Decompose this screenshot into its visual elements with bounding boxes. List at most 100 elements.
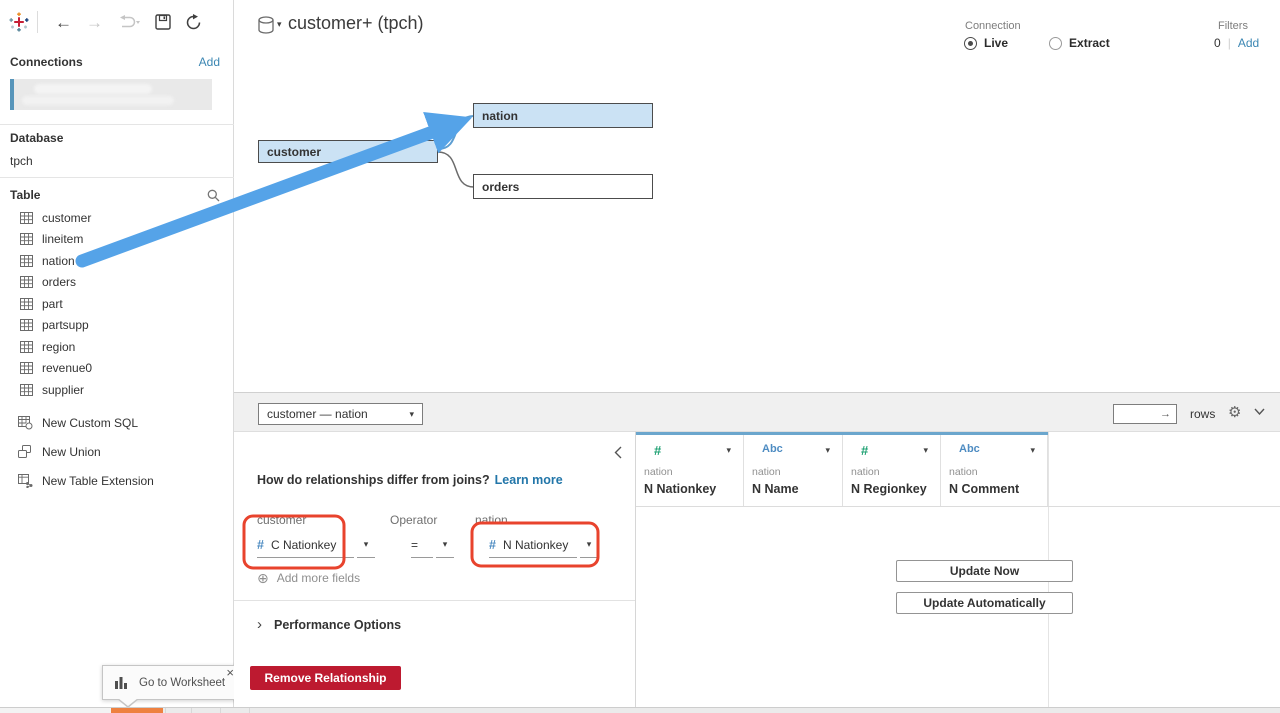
extract-label: Extract [1069, 36, 1110, 50]
grid-column-n-name[interactable]: Abc ▾ nation N Name [744, 435, 843, 506]
back-icon[interactable]: ← [55, 14, 72, 31]
connection-item[interactable] [10, 79, 212, 110]
right-field-caret[interactable]: ▾ [580, 532, 598, 558]
table-icon [20, 276, 33, 289]
go-arrow-icon[interactable]: → [1160, 408, 1171, 420]
add-more-fields-button[interactable]: ⊕ Add more fields [257, 571, 360, 585]
tab-separator [165, 708, 166, 713]
table-item-partsupp[interactable]: partsupp [0, 315, 233, 337]
tab-separator [220, 708, 221, 713]
update-automatically-button[interactable]: Update Automatically [896, 592, 1073, 614]
column-field-name: N Name [752, 482, 799, 496]
add-connection-link[interactable]: Add [199, 55, 220, 69]
close-icon[interactable]: × [226, 666, 234, 679]
pane-divider [234, 600, 635, 601]
union-icon [18, 445, 31, 458]
connector-customer-orders[interactable] [437, 151, 475, 188]
relationship-question: How do relationships differ from joins? L… [257, 473, 563, 487]
live-radio[interactable]: Live [964, 36, 1008, 50]
string-type-icon: Abc [762, 443, 783, 455]
datasource-icon[interactable] [258, 16, 275, 35]
table-item-part[interactable]: part [0, 293, 233, 315]
learn-more-link[interactable]: Learn more [495, 473, 563, 487]
question-text: How do relationships differ from joins? [257, 473, 490, 487]
new-table-extension[interactable]: New Table Extension [0, 466, 233, 495]
radio-unselected-icon[interactable] [1049, 36, 1063, 50]
relationship-pair-label: customer — nation [267, 407, 368, 421]
grid-column-n-comment[interactable]: Abc ▾ nation N Comment [941, 435, 1048, 506]
connector-customer-nation[interactable] [437, 115, 475, 150]
left-field-value: C Nationkey [270, 537, 337, 552]
column-field-name: N Comment [949, 482, 1020, 496]
search-icon[interactable] [207, 189, 220, 202]
remove-relationship-button[interactable]: Remove Relationship [250, 666, 401, 690]
datasource-caret-icon[interactable]: ▾ [277, 20, 282, 29]
operator-caret[interactable]: ▾ [436, 532, 454, 558]
table-item-region[interactable]: region [0, 336, 233, 358]
datasource-title[interactable]: customer+ (tpch) [288, 13, 424, 34]
tooltip-label: Go to Worksheet [139, 676, 226, 689]
tab-separator [191, 708, 192, 713]
table-item-supplier[interactable]: supplier [0, 379, 233, 401]
table-item-revenue0[interactable]: revenue0 [0, 358, 233, 380]
canvas-table-customer[interactable]: customer [258, 140, 438, 163]
table-item-label: revenue0 [42, 361, 93, 376]
gear-icon[interactable]: ⚙ [1228, 403, 1241, 421]
radio-selected-icon[interactable] [964, 36, 977, 50]
table-icon [20, 297, 33, 310]
tooltip-pointer-fill [118, 698, 138, 706]
go-to-worksheet-tooltip[interactable]: Go to Worksheet × [102, 665, 239, 708]
sheet-tab-datasource[interactable] [111, 708, 163, 713]
relationship-pair-select[interactable]: customer — nation ▾ [258, 403, 423, 425]
filters-separator: | [1227, 36, 1231, 50]
replay-icon[interactable] [117, 15, 141, 29]
table-icon [20, 319, 33, 332]
table-item-nation[interactable]: nation [0, 250, 233, 272]
number-type-icon: # [489, 537, 496, 552]
panel-chevron-down-icon[interactable] [1254, 408, 1265, 415]
grid-column-n-regionkey[interactable]: # ▾ nation N Regionkey [843, 435, 941, 506]
forward-icon[interactable]: → [86, 14, 103, 31]
new-union[interactable]: New Union [0, 437, 233, 466]
column-caret-icon[interactable]: ▾ [726, 445, 731, 456]
column-caret-icon[interactable]: ▾ [825, 445, 830, 456]
table-icon [20, 254, 33, 267]
toolbar: ← → [0, 0, 233, 44]
left-field-caret[interactable]: ▾ [357, 532, 375, 558]
new-custom-sql[interactable]: New Custom SQL [0, 408, 233, 437]
right-field-select[interactable]: # N Nationkey [489, 532, 577, 558]
grid-column-n-nationkey[interactable]: # ▾ nation N Nationkey [636, 435, 744, 506]
rows-label: rows [1190, 407, 1216, 421]
collapse-chevron-left-icon[interactable] [614, 446, 622, 459]
table-item-label: part [42, 296, 63, 311]
tableau-logo-icon [9, 12, 29, 32]
canvas-table-orders[interactable]: orders [473, 174, 653, 199]
column-caret-icon[interactable]: ▾ [923, 445, 928, 456]
table-item-label: customer [42, 210, 92, 225]
right-field-value: N Nationkey [502, 537, 569, 552]
extract-radio[interactable]: Extract [1049, 36, 1110, 50]
table-item-label: supplier [42, 382, 85, 397]
table-icon [20, 383, 33, 396]
column-caret-icon[interactable]: ▾ [1030, 445, 1035, 456]
performance-options-toggle[interactable]: › Performance Options [257, 617, 401, 632]
table-item-lineitem[interactable]: lineitem [0, 229, 233, 251]
caret-down-icon: ▾ [363, 539, 369, 549]
table-item-orders[interactable]: orders [0, 272, 233, 294]
operator-select[interactable]: = [411, 532, 433, 558]
table-list: customer lineitem nation orders part par… [0, 207, 233, 401]
table-item-customer[interactable]: customer [0, 207, 233, 229]
canvas-table-label: nation [482, 108, 518, 123]
refresh-icon[interactable] [185, 13, 202, 31]
canvas-table-label: customer [267, 144, 322, 159]
operator-label: Operator [390, 513, 438, 527]
left-field-select[interactable]: # C Nationkey [257, 532, 354, 558]
database-name[interactable]: tpch [10, 154, 33, 168]
row-count-input[interactable]: → [1113, 404, 1177, 424]
canvas-table-nation[interactable]: nation [473, 103, 653, 128]
save-icon[interactable] [155, 14, 171, 30]
relationship-editor: How do relationships differ from joins? L… [234, 431, 636, 708]
filters-add-link[interactable]: Add [1238, 36, 1259, 50]
update-now-button[interactable]: Update Now [896, 560, 1073, 582]
number-type-icon: # [257, 537, 264, 552]
